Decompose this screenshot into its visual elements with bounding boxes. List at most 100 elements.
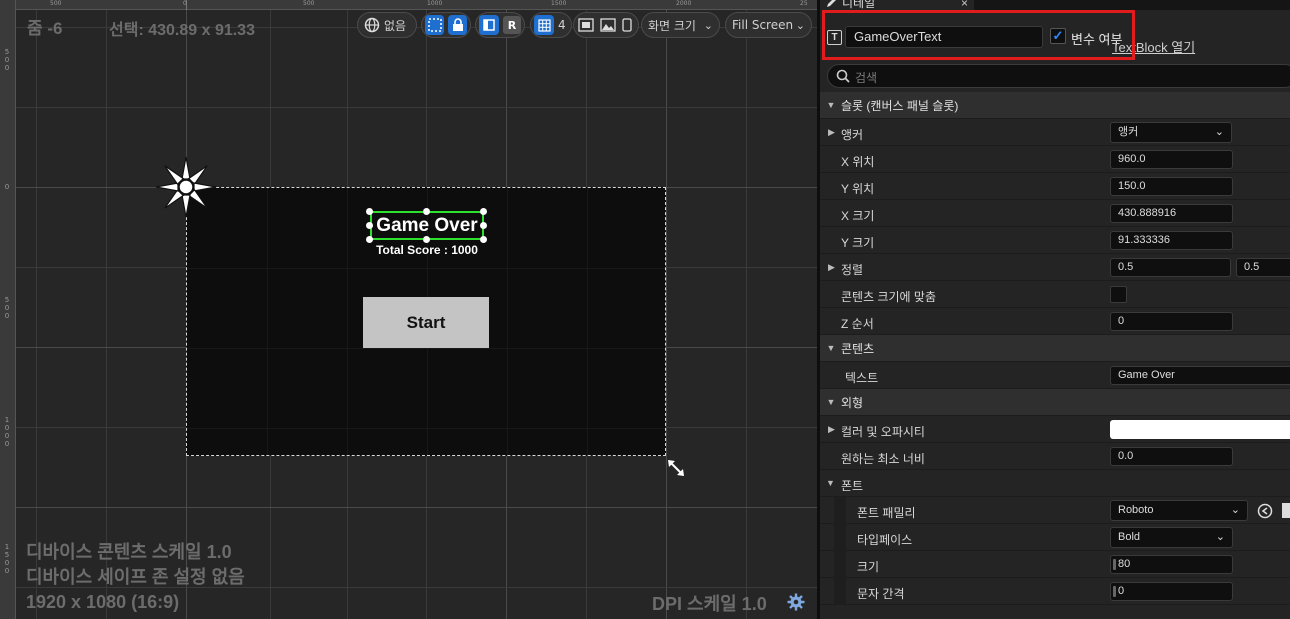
fill-screen-dropdown[interactable]: Fill Screen ⌄ [725, 12, 812, 38]
alignment-x-field[interactable]: 0.5 [1110, 258, 1231, 277]
expand-arrow-icon[interactable]: ▶ [828, 127, 835, 138]
localization-label: 없음 [384, 18, 407, 33]
font-family-value: Roboto [1118, 504, 1154, 516]
chevron-down-icon: ⌄ [795, 18, 805, 32]
grid-snap-value[interactable]: 4 [558, 18, 566, 32]
alignment-y-field[interactable]: 0.5 [1236, 258, 1290, 277]
property-list: ▼ 슬롯 (캔버스 패널 슬롯) ▶ 앵커 앵커 ⌄ X 위치 960.0 Y … [820, 92, 1290, 605]
property-row-letter-spacing: 문자 간격 0 [820, 578, 1290, 605]
anchor-gizmo-icon[interactable] [154, 155, 218, 219]
details-panel: 디테일 × T GameOverText ✓ 변수 여부 TextBlock 열… [820, 0, 1290, 619]
grid-snap-group: 4 [530, 12, 572, 38]
property-row-alignment: ▶ 정렬 0.5 0.5 [820, 254, 1290, 281]
property-label: 타입페이스 [857, 533, 913, 547]
resize-handle[interactable] [423, 236, 430, 243]
resize-handle[interactable] [366, 208, 373, 215]
preview-icons-group [573, 12, 639, 38]
property-row-position-x: X 위치 960.0 [820, 146, 1290, 173]
zorder-field[interactable]: 0 [1110, 312, 1233, 331]
lock-toggle[interactable] [448, 15, 467, 35]
font-asset-icon[interactable] [1282, 503, 1290, 518]
category-label: 콘텐츠 [841, 341, 875, 356]
grid-snap-toggle[interactable] [534, 15, 554, 35]
device-resolution: 1920 x 1080 (16:9) [26, 592, 180, 612]
anchor-dropdown[interactable]: 앵커 ⌄ [1110, 122, 1232, 143]
ruler-tick: 500 [50, 0, 62, 7]
property-label: X 위치 [841, 155, 875, 169]
start-button-label: Start [406, 312, 446, 332]
ruler-tick: 5 0 0 [4, 296, 10, 320]
property-row-font-family: 폰트 패밀리 Roboto ⌄ [820, 497, 1290, 524]
widget-toggle[interactable] [479, 15, 499, 35]
globe-icon [364, 17, 380, 33]
chevron-down-icon: ⌄ [703, 18, 713, 32]
collapse-arrow-icon: ▼ [826, 478, 835, 488]
resize-arrow-icon[interactable] [666, 458, 686, 478]
device-content-scale: 디바이스 콘텐츠 스케일 1.0 [26, 542, 232, 562]
outline-lock-group [421, 12, 471, 38]
designer-viewport[interactable]: 500 0 500 1000 1500 2000 25 5 0 0 0 5 0 … [0, 0, 817, 619]
size-x-field[interactable]: 430.888916 [1110, 204, 1233, 223]
frame-icon[interactable] [578, 18, 594, 32]
gear-icon[interactable] [787, 593, 805, 611]
font-size-field[interactable]: 80 [1110, 555, 1233, 574]
tab-details[interactable]: 디테일 × [820, 0, 974, 10]
image-icon[interactable] [600, 18, 616, 32]
size-y-field[interactable]: 91.333336 [1110, 231, 1233, 250]
min-width-field[interactable]: 0.0 [1110, 447, 1233, 466]
category-label: 슬롯 (캔버스 패널 슬롯) [841, 98, 959, 113]
collapse-arrow-icon: ▼ [826, 100, 836, 110]
property-row-size-x: X 크기 430.888916 [820, 200, 1290, 227]
property-row-min-width: 원하는 최소 너비 0.0 [820, 443, 1290, 470]
category-content[interactable]: ▼ 콘텐츠 [820, 335, 1290, 362]
position-x-field[interactable]: 960.0 [1110, 150, 1233, 169]
resize-handle[interactable] [423, 208, 430, 215]
category-font[interactable]: ▼ 폰트 [820, 470, 1290, 497]
zoom-level: 줌 -6 [27, 19, 63, 38]
ruler-tick: 0 [4, 183, 10, 191]
widget-canvas[interactable]: Game Over Total Score : 1000 Start [186, 187, 666, 456]
ruler-tick: 0 [183, 0, 187, 7]
property-row-color-opacity: ▶ 컬러 및 오파시티 [820, 416, 1290, 443]
resize-handle[interactable] [366, 236, 373, 243]
search-row: 검색 [820, 62, 1290, 92]
resize-handle[interactable] [480, 236, 487, 243]
expand-arrow-icon[interactable]: ▶ [828, 262, 835, 273]
tab-strip: 디테일 × [820, 0, 1290, 10]
phone-icon[interactable] [622, 18, 632, 32]
autosize-checkbox[interactable] [1110, 286, 1127, 303]
expand-arrow-icon[interactable]: ▶ [828, 424, 835, 435]
category-appearance[interactable]: ▼ 외형 [820, 389, 1290, 416]
ruler-tick: 1 5 0 0 [4, 543, 10, 575]
position-y-field[interactable]: 150.0 [1110, 177, 1233, 196]
screen-size-label: 화면 크기 [648, 18, 696, 33]
fill-screen-label: Fill Screen [732, 18, 794, 32]
resize-handle[interactable] [366, 222, 373, 229]
vertical-ruler: 5 0 0 0 5 0 0 1 0 0 0 1 5 0 0 [0, 0, 16, 619]
search-icon [836, 69, 850, 83]
letter-spacing-field[interactable]: 0 [1110, 582, 1233, 601]
search-input[interactable]: 검색 [827, 64, 1290, 88]
resize-handle[interactable] [480, 222, 487, 229]
font-family-dropdown[interactable]: Roboto ⌄ [1110, 500, 1248, 521]
resize-handle[interactable] [480, 208, 487, 215]
respect-locks-group: R [475, 12, 525, 38]
ruler-tick: 5 0 0 [4, 48, 10, 72]
browse-icon[interactable] [1257, 503, 1273, 519]
selection-size: 선택: 430.89 x 91.33 [109, 22, 255, 39]
start-button-widget[interactable]: Start [363, 297, 489, 348]
screen-size-dropdown[interactable]: 화면 크기 ⌄ [641, 12, 720, 38]
category-slot[interactable]: ▼ 슬롯 (캔버스 패널 슬롯) [820, 92, 1290, 119]
collapse-arrow-icon: ▼ [826, 397, 836, 407]
letter-spacing-value: 0 [1118, 585, 1125, 597]
color-swatch[interactable] [1110, 420, 1290, 439]
close-icon[interactable]: × [961, 0, 968, 10]
text-value-field[interactable]: Game Over [1110, 366, 1290, 385]
typeface-dropdown[interactable]: Bold ⌄ [1110, 527, 1233, 548]
horizontal-ruler: 500 0 500 1000 1500 2000 25 [0, 0, 817, 10]
respect-locks-button[interactable]: R [503, 16, 521, 34]
localization-preview-dropdown[interactable]: 없음 [357, 12, 417, 38]
total-score-text-widget[interactable]: Total Score : 1000 [337, 243, 517, 257]
dashed-outline-toggle[interactable] [425, 15, 444, 35]
property-label: 앵커 [841, 128, 864, 142]
